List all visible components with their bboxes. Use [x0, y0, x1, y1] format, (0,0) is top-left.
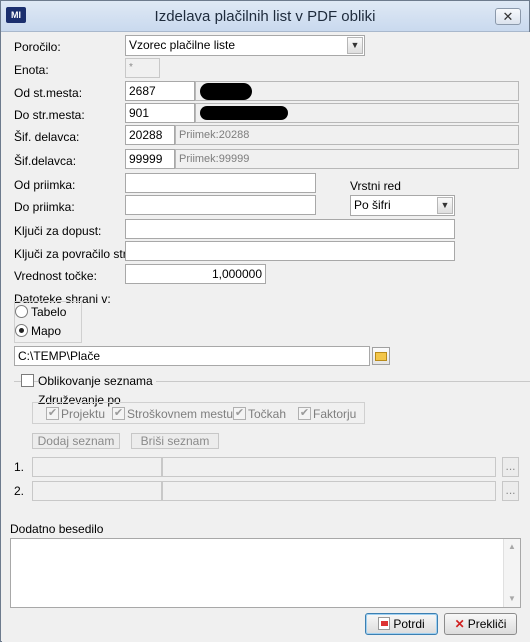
delete-list-button[interactable]: Briši seznam	[131, 433, 219, 449]
dodatno-besedilo-label: Dodatno besedilo	[10, 522, 104, 536]
kljuci-dopust-label: Ključi za dopust:	[14, 224, 102, 238]
projektu-label: Projektu	[61, 407, 106, 421]
sif-delavca-input[interactable]: 20288	[125, 125, 175, 145]
vrstni-red-select[interactable]: Po šifri ▼	[350, 195, 455, 216]
window-title: Izdelava plačilnih list v PDF obliki	[154, 8, 376, 25]
radio-mapo[interactable]	[15, 324, 28, 337]
dialog-window: MI Izdelava plačilnih list v PDF obliki …	[0, 0, 530, 642]
kljuci-dopust-input[interactable]	[125, 219, 455, 239]
enota-label: Enota:	[14, 63, 49, 77]
confirm-button[interactable]: Potrdi	[365, 613, 438, 635]
radio-mapo-label: Mapo	[31, 324, 62, 338]
sif-delavca-label: Šif. delavca:	[14, 130, 80, 144]
tockah-label: Točkah	[248, 407, 287, 421]
porocilo-value: Vzorec plačilne liste	[129, 38, 236, 52]
od-priimka-label: Od priimka:	[14, 178, 76, 192]
faktorju-label: Faktorju	[313, 407, 357, 421]
vrstni-red-value: Po šifri	[354, 198, 391, 212]
kljuci-povracilo-label: Ključi za povračilo str.:	[14, 247, 133, 261]
dodatno-besedilo-textarea[interactable]: ▲ ▼	[10, 538, 521, 608]
do-priimka-label: Do priimka:	[14, 200, 75, 214]
confirm-button-label: Potrdi	[393, 617, 425, 631]
add-list-button[interactable]: Dodaj seznam	[32, 433, 120, 449]
vrstni-red-label: Vrstni red	[350, 179, 401, 193]
oblikovanje-checkbox[interactable]	[21, 374, 34, 387]
scroll-down-arrow-icon[interactable]: ▼	[504, 591, 520, 607]
radio-tabelo-label: Tabelo	[31, 305, 67, 319]
list-row-browse-button[interactable]: ...	[502, 457, 519, 477]
sif-delavca-to-label: Šif.delavca:	[14, 154, 77, 168]
od-st-mesta-label: Od st.mesta:	[14, 86, 83, 100]
chevron-down-icon[interactable]: ▼	[437, 197, 453, 214]
stroskovnem-mestu-checkbox[interactable]: ✔	[112, 407, 125, 420]
dialog-body: Poročilo: Vzorec plačilne liste ▼ Enota:…	[2, 32, 530, 642]
projektu-checkbox[interactable]: ✔	[46, 407, 59, 420]
sif-delavca-to-description: Priimek:99999	[175, 149, 519, 169]
path-input[interactable]: C:\TEMP\Plače	[14, 346, 370, 366]
textarea-scrollbar[interactable]: ▲ ▼	[503, 539, 520, 607]
redaction-mark	[200, 83, 252, 100]
cancel-x-icon: ✕	[454, 617, 465, 631]
enota-field: *	[125, 58, 160, 78]
do-priimka-input[interactable]	[125, 195, 316, 215]
cancel-button-label: Prekliči	[467, 617, 507, 631]
porocilo-select[interactable]: Vzorec plačilne liste ▼	[125, 35, 365, 56]
list-row-field	[32, 457, 162, 477]
od-priimka-input[interactable]	[125, 173, 316, 193]
sif-delavca-description: Priimek:20288	[175, 125, 519, 145]
pdf-document-icon	[378, 617, 391, 630]
list-row-field-wide	[162, 457, 496, 477]
row-number: 2.	[14, 484, 25, 498]
radio-tabelo[interactable]	[15, 305, 28, 318]
porocilo-label: Poročilo:	[14, 40, 61, 54]
close-button[interactable]: ✕	[495, 8, 521, 25]
do-str-mesta-label: Do str.mesta:	[14, 108, 85, 122]
row-number: 1.	[14, 460, 25, 474]
redaction-mark	[200, 106, 288, 120]
vrednost-tocke-label: Vrednost točke:	[14, 269, 97, 283]
cancel-button[interactable]: ✕ Prekliči	[444, 613, 517, 635]
od-st-mesta-input[interactable]: 2687	[125, 81, 195, 101]
list-row-field-wide	[162, 481, 496, 501]
kljuci-povracilo-input[interactable]	[125, 241, 455, 261]
sif-delavca-to-input[interactable]: 99999	[125, 149, 175, 169]
browse-folder-button[interactable]	[372, 347, 390, 365]
list-row-field	[32, 481, 162, 501]
faktorju-checkbox[interactable]: ✔	[298, 407, 311, 420]
chevron-down-icon[interactable]: ▼	[347, 37, 363, 54]
title-bar[interactable]: MI Izdelava plačilnih list v PDF obliki …	[1, 1, 529, 32]
tockah-checkbox[interactable]: ✔	[233, 407, 246, 420]
stroskovnem-mestu-label: Stroškovnem mestu	[127, 407, 234, 421]
scroll-up-arrow-icon[interactable]: ▲	[504, 539, 520, 555]
vrednost-tocke-input[interactable]: 1,000000	[125, 264, 266, 284]
oblikovanje-label: Oblikovanje seznama	[38, 374, 156, 388]
folder-open-icon	[375, 352, 387, 361]
do-str-mesta-input[interactable]: 901	[125, 103, 195, 123]
list-row-browse-button[interactable]: ...	[502, 481, 519, 501]
